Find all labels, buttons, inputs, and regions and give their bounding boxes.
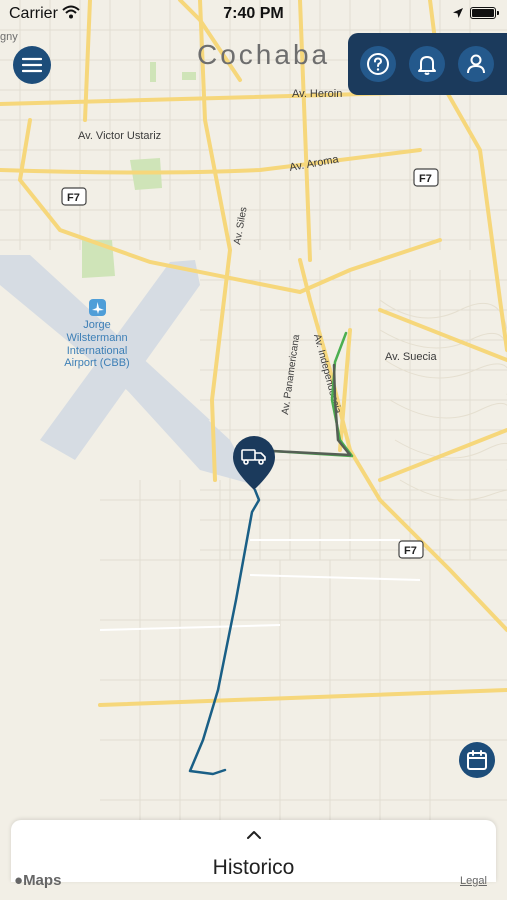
calendar-icon bbox=[467, 750, 487, 770]
highway-shield: F7 bbox=[404, 545, 417, 557]
clock: 7:40 PM bbox=[223, 5, 284, 22]
highway-shield: F7 bbox=[67, 192, 80, 204]
battery-icon bbox=[470, 7, 496, 19]
top-actions-panel bbox=[348, 33, 507, 95]
chevron-up-icon[interactable] bbox=[246, 830, 262, 840]
status-bar: Carrier 7:40 PM bbox=[0, 0, 507, 28]
maps-attribution: ●Maps bbox=[14, 872, 61, 889]
menu-icon bbox=[22, 57, 42, 73]
notifications-button[interactable] bbox=[409, 46, 445, 82]
street-label: Av. Suecia bbox=[385, 351, 437, 363]
bell-icon bbox=[418, 56, 436, 75]
calendar-button[interactable] bbox=[459, 742, 495, 778]
location-arrow-icon bbox=[453, 8, 463, 18]
apple-logo-icon: ● bbox=[14, 872, 24, 889]
city-label: Cochaba bbox=[197, 39, 330, 70]
user-icon bbox=[467, 54, 485, 74]
street-label: Av. Heroin bbox=[292, 88, 342, 100]
history-sheet[interactable]: Historico bbox=[11, 820, 496, 882]
airport-label: International bbox=[67, 345, 128, 357]
highway-shield: F7 bbox=[419, 173, 432, 185]
maps-label: Maps bbox=[23, 872, 62, 889]
help-button[interactable] bbox=[360, 46, 396, 82]
street-label: Av. Victor Ustariz bbox=[78, 130, 161, 142]
airport-icon bbox=[89, 299, 106, 316]
airport-label: Jorge bbox=[83, 319, 111, 331]
menu-button[interactable] bbox=[13, 46, 51, 84]
help-icon bbox=[367, 53, 389, 75]
history-label: Historico bbox=[212, 856, 295, 879]
battery-tip bbox=[497, 11, 499, 15]
corner-label: gny bbox=[0, 31, 18, 43]
legal-link[interactable]: Legal bbox=[460, 875, 487, 887]
map-view[interactable]: Cochaba gny Av. Heroin Av. Victor Ustari… bbox=[0, 0, 507, 900]
airport-label: Airport (CBB) bbox=[64, 357, 129, 369]
airport-label: Wilstermann bbox=[66, 332, 127, 344]
profile-button[interactable] bbox=[458, 46, 494, 82]
